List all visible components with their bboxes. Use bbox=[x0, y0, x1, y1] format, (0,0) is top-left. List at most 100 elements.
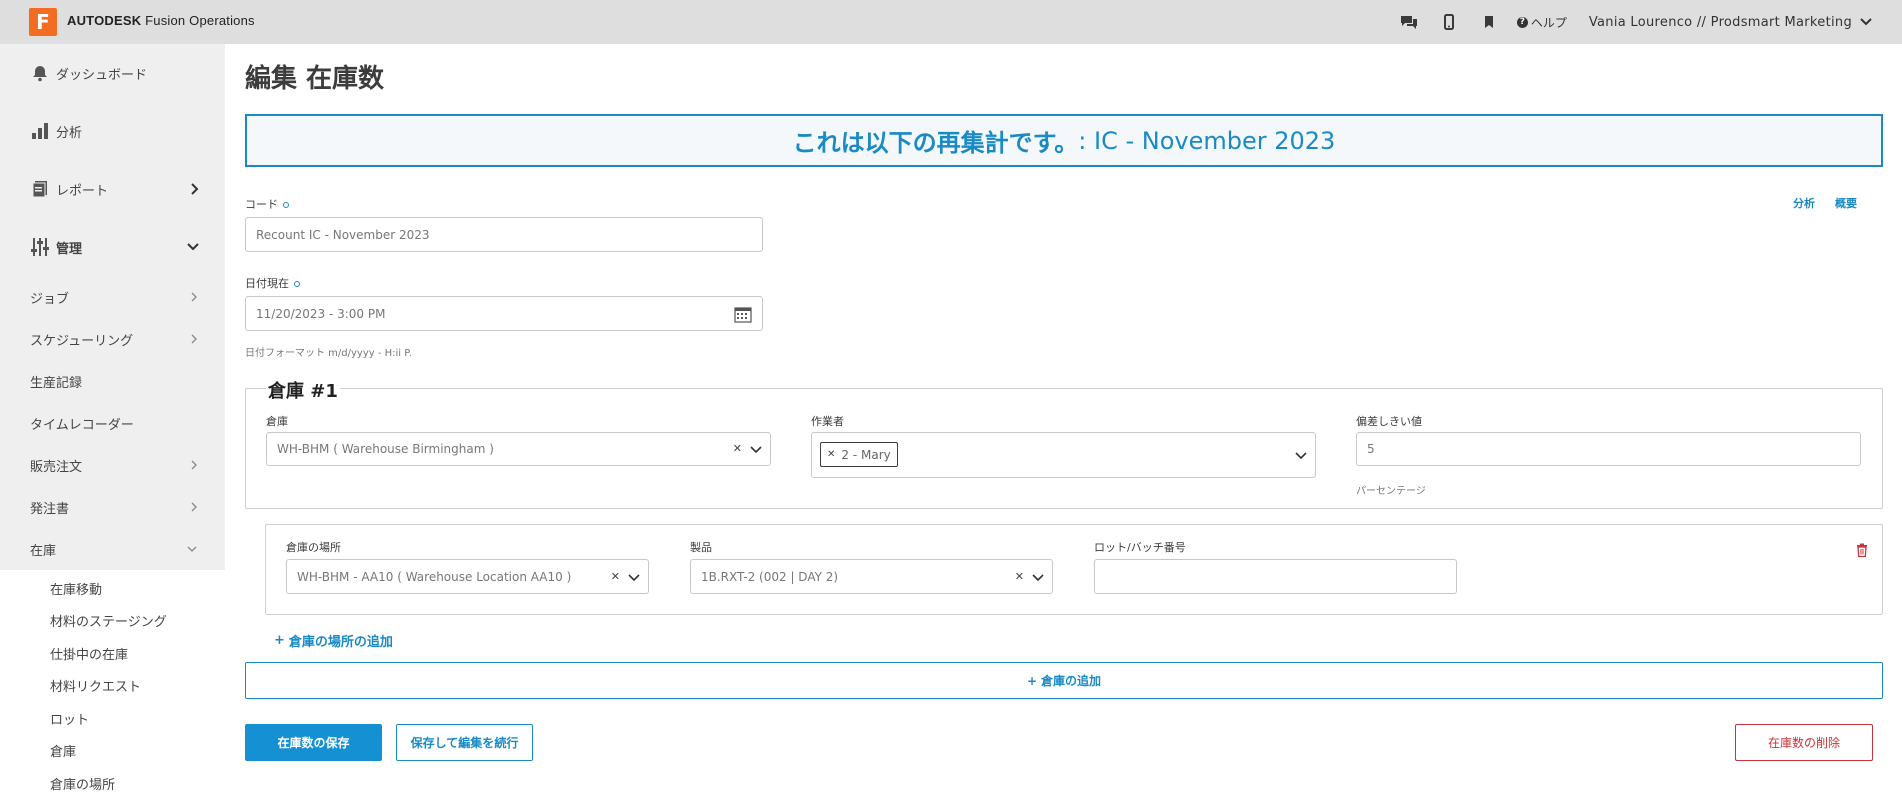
analysis-link[interactable]: 分析 bbox=[1793, 195, 1815, 211]
sidebar-sub-time-recorder[interactable]: タイムレコーダー bbox=[0, 402, 225, 444]
threshold-label: 偏差しきい値 bbox=[1356, 415, 1422, 428]
sidebar-sub-label: タイムレコーダー bbox=[30, 417, 134, 433]
worker-select[interactable]: ✕ 2 - Mary bbox=[811, 432, 1316, 478]
sidebar-sub-production-records[interactable]: 生産記録 bbox=[0, 360, 225, 402]
top-bar: F AUTODESK Fusion Operations ? ヘルプ Vania… bbox=[0, 0, 1902, 44]
location-box: 倉庫の場所 WH-BHM - AA10 ( Warehouse Location… bbox=[265, 524, 1883, 615]
bell-icon bbox=[30, 63, 50, 83]
chevron-down-icon bbox=[1860, 18, 1872, 26]
required-indicator bbox=[283, 202, 289, 208]
lot-label: ロット/バッチ番号 bbox=[1094, 541, 1186, 554]
worker-tag-label: 2 - Mary bbox=[841, 447, 891, 462]
chevron-right-icon bbox=[191, 183, 199, 195]
sidebar-inventory-label: 材料のステージング bbox=[50, 615, 167, 631]
lot-input[interactable] bbox=[1094, 559, 1457, 594]
product-select[interactable]: 1B.RXT-2 (002 | DAY 2) ✕ bbox=[690, 559, 1053, 594]
sidebar-inventory-item[interactable]: 倉庫の場所 bbox=[0, 767, 225, 800]
calendar-icon[interactable] bbox=[734, 306, 752, 323]
help-link[interactable]: ? ヘルプ bbox=[1516, 14, 1567, 31]
top-links: 分析 概要 bbox=[1793, 195, 1857, 211]
sidebar-sub-label: 販売注文 bbox=[30, 459, 83, 475]
sidebar-item-management[interactable]: 管理 bbox=[0, 218, 225, 276]
product-label: 製品 bbox=[690, 541, 712, 554]
remove-tag-icon[interactable]: ✕ bbox=[827, 449, 835, 460]
sidebar-inventory-item[interactable]: 仕掛中の在庫 bbox=[0, 637, 225, 670]
trash-icon[interactable] bbox=[1856, 543, 1868, 557]
sidebar-inventory-label: 仕掛中の在庫 bbox=[50, 647, 129, 663]
sidebar-sub-scheduling[interactable]: スケジューリング bbox=[0, 318, 225, 360]
chevron-right-icon bbox=[191, 334, 197, 344]
sidebar-inventory-label: 在庫移動 bbox=[50, 582, 103, 598]
sidebar-item-dashboard[interactable]: ダッシュボード bbox=[0, 44, 225, 102]
plus-icon: + bbox=[1026, 673, 1038, 688]
brand-light: Fusion Operations bbox=[145, 13, 255, 28]
save-continue-button[interactable]: 保存して編集を続行 bbox=[396, 724, 533, 761]
sidebar-main-section: ダッシュボード 分析 レポート 管理 ジョブ スケジューリング 生産記録 タイム… bbox=[0, 44, 225, 570]
sidebar-inventory-item[interactable]: 材料のステージング bbox=[0, 604, 225, 637]
sidebar-sub-jobs[interactable]: ジョブ bbox=[0, 276, 225, 318]
chevron-right-icon bbox=[191, 292, 197, 302]
sidebar-item-analysis[interactable]: 分析 bbox=[0, 102, 225, 160]
sidebar-sub-purchase-orders[interactable]: 発注書 bbox=[0, 486, 225, 528]
user-menu[interactable]: Vania Lourenco // Prodsmart Marketing bbox=[1589, 15, 1872, 30]
sidebar-inventory-label: 倉庫の場所 bbox=[50, 777, 116, 793]
sidebar-inventory-submenu: 在庫移動 材料のステージング 仕掛中の在庫 材料リクエスト ロット 倉庫 倉庫の… bbox=[0, 570, 225, 800]
banner-value: : IC - November 2023 bbox=[1078, 126, 1336, 155]
warehouse-fieldset: 倉庫 #1 倉庫 WH-BHM ( Warehouse Birmingham )… bbox=[245, 377, 1883, 509]
chevron-down-icon bbox=[1032, 574, 1044, 582]
sliders-icon bbox=[30, 237, 50, 257]
threshold-hint: パーセンテージ bbox=[1356, 486, 1426, 497]
date-input[interactable]: 11/20/2023 - 3:00 PM bbox=[245, 296, 763, 331]
mobile-icon[interactable] bbox=[1429, 0, 1469, 44]
sidebar-inventory-item[interactable]: 材料リクエスト bbox=[0, 669, 225, 702]
date-label: 日付現在 bbox=[245, 275, 300, 291]
warehouse-value: WH-BHM ( Warehouse Birmingham ) bbox=[277, 442, 494, 456]
delete-button[interactable]: 在庫数の削除 bbox=[1735, 724, 1873, 761]
sidebar: ダッシュボード 分析 レポート 管理 ジョブ スケジューリング 生産記録 タイム… bbox=[0, 44, 225, 800]
sidebar-sub-inventory[interactable]: 在庫 bbox=[0, 528, 225, 570]
sidebar-sub-label: ジョブ bbox=[30, 291, 70, 307]
chevron-right-icon bbox=[191, 460, 197, 470]
sidebar-sub-label: 発注書 bbox=[30, 501, 70, 517]
date-label-text: 日付現在 bbox=[245, 277, 289, 290]
sidebar-sub-label: 生産記録 bbox=[30, 375, 83, 391]
sidebar-item-label: 分析 bbox=[56, 125, 83, 141]
sidebar-inventory-item[interactable]: 倉庫 bbox=[0, 734, 225, 767]
sidebar-item-reports[interactable]: レポート bbox=[0, 160, 225, 218]
clear-icon[interactable]: ✕ bbox=[733, 442, 742, 455]
location-value: WH-BHM - AA10 ( Warehouse Location AA10 … bbox=[297, 569, 572, 584]
date-value: 11/20/2023 - 3:00 PM bbox=[256, 306, 386, 321]
clear-icon[interactable]: ✕ bbox=[1015, 570, 1024, 583]
chevron-right-icon bbox=[191, 502, 197, 512]
add-location-link[interactable]: + 倉庫の場所の追加 bbox=[274, 631, 393, 650]
code-label: コード bbox=[245, 196, 289, 212]
fusion-logo[interactable]: F bbox=[29, 8, 57, 36]
summary-link[interactable]: 概要 bbox=[1835, 195, 1857, 211]
sidebar-sub-sales-orders[interactable]: 販売注文 bbox=[0, 444, 225, 486]
sidebar-inventory-item[interactable]: 在庫移動 bbox=[0, 572, 225, 605]
plus-icon: + bbox=[274, 633, 285, 648]
add-location-label: 倉庫の場所の追加 bbox=[288, 635, 393, 650]
save-button[interactable]: 在庫数の保存 bbox=[245, 724, 382, 761]
help-icon: ? bbox=[1516, 16, 1528, 28]
chat-icon[interactable] bbox=[1389, 0, 1429, 44]
warehouse-label: 倉庫 bbox=[266, 415, 288, 428]
location-label: 倉庫の場所 bbox=[286, 541, 341, 554]
chevron-down-icon bbox=[628, 574, 640, 582]
worker-label: 作業者 bbox=[811, 415, 844, 428]
warehouse-select[interactable]: WH-BHM ( Warehouse Birmingham ) ✕ bbox=[266, 432, 771, 466]
chevron-down-icon bbox=[187, 243, 199, 251]
threshold-input[interactable]: 5 bbox=[1356, 432, 1861, 466]
code-input[interactable]: Recount IC - November 2023 bbox=[245, 217, 763, 252]
help-label: ヘルプ bbox=[1530, 15, 1567, 30]
location-select[interactable]: WH-BHM - AA10 ( Warehouse Location AA10 … bbox=[286, 559, 649, 594]
bookmark-icon[interactable] bbox=[1469, 0, 1509, 44]
add-warehouse-button[interactable]: + 倉庫の追加 bbox=[245, 662, 1883, 699]
banner-prefix: これは以下の再集計です。 bbox=[792, 129, 1079, 157]
sidebar-item-label: 管理 bbox=[56, 241, 83, 257]
sidebar-inventory-item[interactable]: ロット bbox=[0, 702, 225, 735]
brand-bold: AUTODESK bbox=[67, 13, 142, 28]
product-value: 1B.RXT-2 (002 | DAY 2) bbox=[701, 569, 839, 584]
user-name: Vania Lourenco // Prodsmart Marketing bbox=[1588, 14, 1852, 30]
clear-icon[interactable]: ✕ bbox=[611, 570, 620, 583]
